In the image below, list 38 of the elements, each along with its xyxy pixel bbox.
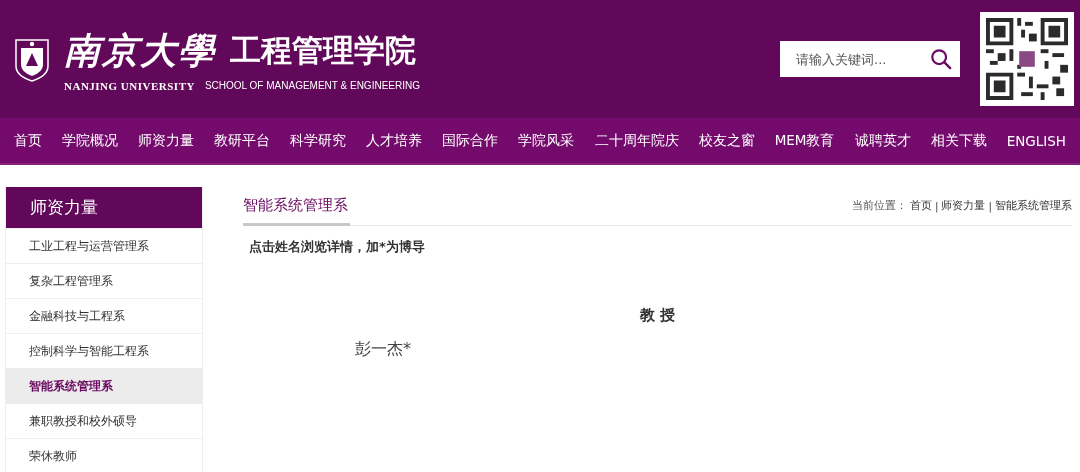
sidebar-item[interactable]: 复杂工程管理系 <box>6 263 202 298</box>
breadcrumb-label: 当前位置： <box>851 199 907 213</box>
nav-link[interactable]: 相关下载 <box>930 131 987 150</box>
breadcrumb-link[interactable]: 智能系统管理系 <box>995 199 1072 213</box>
breadcrumb-separator: | <box>988 200 992 212</box>
nav-link[interactable]: 校友之窗 <box>698 131 755 150</box>
nav-link[interactable]: 国际合作 <box>442 131 499 150</box>
school-name-english: SCHOOL OF MANAGEMENT & ENGINEERING <box>204 80 420 91</box>
sidebar-item[interactable]: 兼职教授和校外硕导 <box>6 403 202 438</box>
nav-link[interactable]: 教研平台 <box>214 131 271 150</box>
breadcrumb-link[interactable]: 首页 <box>909 199 932 213</box>
nav-link[interactable]: 科学研究 <box>290 131 347 150</box>
sidebar-item[interactable]: 荣休教师 <box>6 438 202 472</box>
faculty-name-link[interactable]: 彭一杰* <box>355 339 411 360</box>
group-heading: 教 授 <box>638 306 677 325</box>
nav-link[interactable]: 人才培养 <box>366 131 423 150</box>
nav-link[interactable]: 首页 <box>14 131 42 150</box>
breadcrumb-link[interactable]: 师资力量 <box>941 199 986 213</box>
page-title: 智能系统管理系 <box>243 188 350 226</box>
school-name: 工程管理学院 <box>230 31 416 70</box>
nav-link[interactable]: 学院风采 <box>518 131 575 150</box>
instruction-text: 点击姓名浏览详情，加*为博导 <box>248 238 426 256</box>
nav-link[interactable]: MEM教育 <box>774 131 835 150</box>
nav-link[interactable]: 学院概况 <box>62 131 119 150</box>
search-icon[interactable] <box>930 48 952 70</box>
nav-link[interactable]: 诚聘英才 <box>854 131 911 150</box>
search-field[interactable]: 请输入关键词... <box>780 41 960 77</box>
university-name-english: NANJING UNIVERSITY <box>64 79 195 92</box>
sidebar-item[interactable]: 智能系统管理系 <box>6 368 202 403</box>
nav-link[interactable]: 二十周年院庆 <box>594 131 679 150</box>
university-logo-text: 南京大學 <box>64 27 216 73</box>
sidebar-title: 师资力量 <box>6 187 202 228</box>
university-emblem-icon <box>14 36 50 82</box>
sidebar-item[interactable]: 工业工程与运营管理系 <box>6 228 202 263</box>
nav-link[interactable]: ENGLISH <box>1006 132 1066 149</box>
nav-link[interactable]: 师资力量 <box>138 131 195 150</box>
breadcrumb-separator: | <box>934 200 939 212</box>
sidebar-item[interactable]: 金融科技与工程系 <box>6 298 202 333</box>
